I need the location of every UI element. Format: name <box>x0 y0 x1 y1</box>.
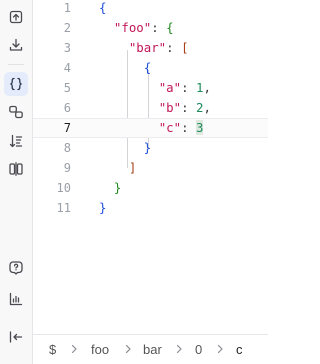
code-line[interactable]: 2 "foo": { <box>33 18 268 38</box>
import-icon[interactable] <box>4 5 28 29</box>
collapse-sidebar-icon[interactable] <box>4 325 28 349</box>
code-line[interactable]: 5 "a": 1, <box>33 78 268 98</box>
line-number: 8 <box>63 141 71 155</box>
chevron-right-icon <box>174 344 184 354</box>
help-icon[interactable] <box>4 256 28 280</box>
json-editor[interactable]: 1 { 2 "foo": { 3 "bar": [ 4 { 5 "a": 1, … <box>33 0 268 334</box>
download-icon[interactable] <box>4 33 28 57</box>
line-content: ] <box>128 160 137 175</box>
code-line[interactable]: 8 } <box>33 138 268 158</box>
breadcrumb-bar[interactable]: bar <box>143 335 162 364</box>
line-number: 4 <box>63 61 71 75</box>
line-content: "bar": [ <box>128 40 189 55</box>
line-content: { <box>143 60 152 75</box>
code-line[interactable]: 11 } <box>33 198 268 218</box>
line-content: } <box>99 200 107 215</box>
breadcrumb-current[interactable]: c <box>236 335 243 364</box>
code-line[interactable]: 10 } <box>33 178 268 198</box>
sort-icon[interactable] <box>4 129 28 153</box>
line-content: "b": 2, <box>158 100 211 115</box>
line-number: 3 <box>63 41 71 55</box>
sidebar-divider <box>8 64 24 65</box>
line-content: { <box>99 0 107 15</box>
statistics-icon[interactable] <box>4 287 28 311</box>
braces-icon[interactable] <box>4 72 28 96</box>
code-line[interactable]: 4 { <box>33 58 268 78</box>
breadcrumb-root[interactable]: $ <box>49 335 56 364</box>
transform-icon[interactable] <box>4 100 28 124</box>
line-number: 10 <box>56 181 71 195</box>
cursor-selection: 3 <box>196 120 204 135</box>
sidebar <box>0 0 33 364</box>
json-path-breadcrumb: $ foo bar 0 c <box>33 334 268 364</box>
line-number: 11 <box>56 201 71 215</box>
chevron-right-icon <box>69 344 79 354</box>
code-line[interactable]: 6 "b": 2, <box>33 98 268 118</box>
code-line[interactable]: 1 { <box>33 0 268 18</box>
breadcrumb-index[interactable]: 0 <box>195 335 202 364</box>
chevron-right-icon <box>123 344 133 354</box>
line-number: 9 <box>63 161 71 175</box>
compare-icon[interactable] <box>4 157 28 181</box>
line-number: 1 <box>63 1 71 15</box>
line-content: "foo": { <box>113 20 174 35</box>
line-number: 5 <box>63 81 71 95</box>
chevron-right-icon <box>215 344 225 354</box>
line-number: 7 <box>63 121 71 135</box>
line-content: "a": 1, <box>158 80 211 95</box>
line-content: } <box>113 180 122 195</box>
line-number: 6 <box>63 101 71 115</box>
code-line-current[interactable]: 7 "c": 3 <box>33 118 268 138</box>
line-content: } <box>143 140 152 155</box>
breadcrumb-foo[interactable]: foo <box>91 335 109 364</box>
code-line[interactable]: 3 "bar": [ <box>33 38 268 58</box>
line-content: "c": 3 <box>158 120 204 135</box>
line-number: 2 <box>63 21 71 35</box>
code-line[interactable]: 9 ] <box>33 158 268 178</box>
